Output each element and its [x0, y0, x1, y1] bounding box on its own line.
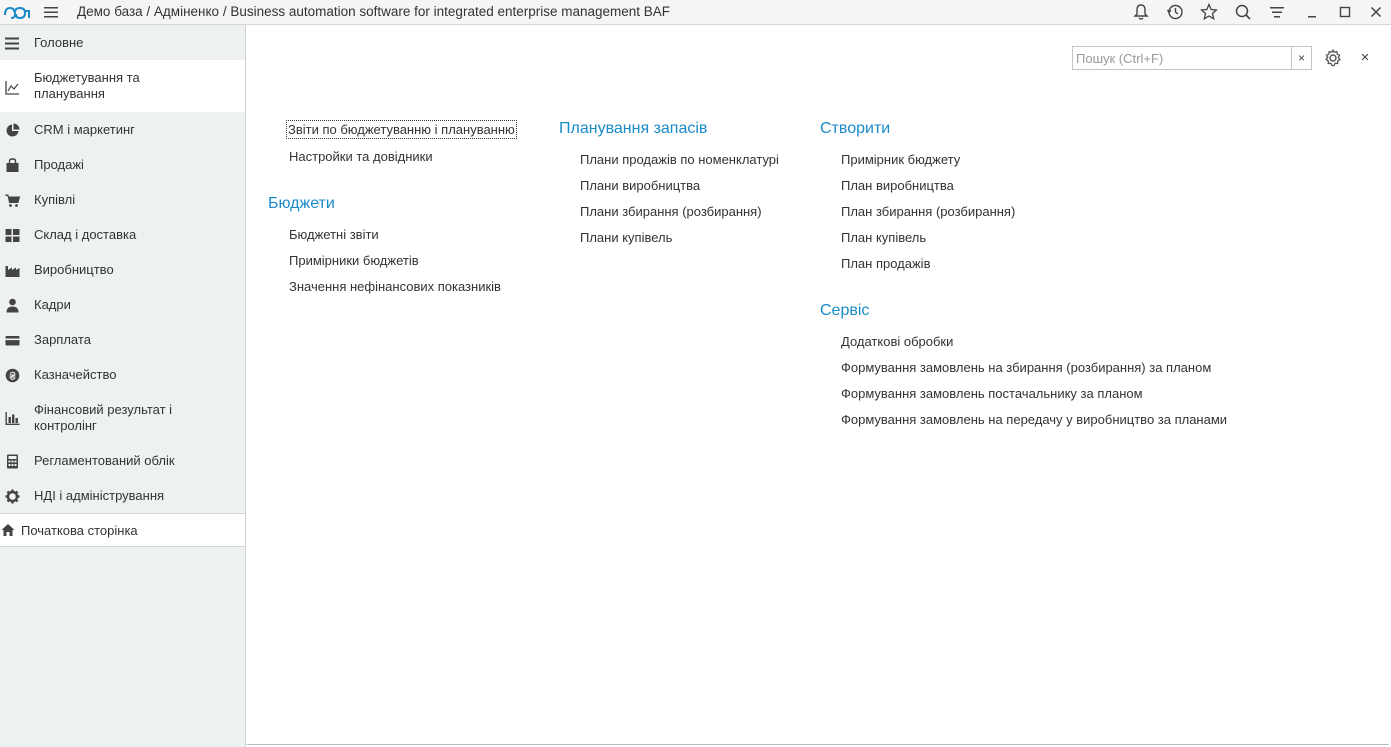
- sidebar-item-hr[interactable]: Кадри: [0, 287, 245, 322]
- link-assembly-plans[interactable]: Плани збирання (розбирання): [580, 204, 762, 219]
- baf-logo-icon[interactable]: [2, 3, 32, 21]
- sidebar-item-warehouse[interactable]: Склад і доставка: [0, 217, 245, 252]
- minimize-icon[interactable]: [1302, 2, 1322, 22]
- calculator-icon: [4, 453, 20, 469]
- sidebar-item-label: Виробництво: [34, 262, 114, 277]
- sidebar: Головне Бюджетування та планування CRM і…: [0, 25, 246, 747]
- sidebar-item-label: Зарплата: [34, 332, 91, 347]
- chart-axis-icon: [4, 79, 20, 95]
- sidebar-item-regulated-accounting[interactable]: Регламентований облік: [0, 443, 245, 478]
- sidebar-item-label: Бюджетування та планування: [34, 70, 140, 101]
- search-input[interactable]: [1073, 47, 1291, 69]
- link-assembly-orders-by-plan[interactable]: Формування замовлень на збирання (розбир…: [841, 360, 1211, 375]
- home-icon: [1, 524, 15, 536]
- sidebar-item-sales[interactable]: Продажі: [0, 147, 245, 182]
- link-create-sales-plan[interactable]: План продажів: [841, 256, 930, 271]
- link-create-budget-instance[interactable]: Примірник бюджету: [841, 152, 960, 167]
- window-title: Демо база / Адміненко / Business automat…: [77, 4, 671, 19]
- link-budget-instances[interactable]: Примірники бюджетів: [289, 253, 419, 268]
- currency-icon: [4, 367, 20, 383]
- search-clear-button[interactable]: ×: [1292, 46, 1312, 70]
- star-icon[interactable]: [1199, 2, 1219, 22]
- sidebar-item-label: Початкова сторінка: [21, 523, 138, 538]
- settings-lines-icon[interactable]: [1267, 2, 1287, 22]
- main-menu-icon[interactable]: [43, 4, 59, 20]
- link-settings-references[interactable]: Настройки та довідники: [289, 149, 433, 164]
- sidebar-item-main[interactable]: Головне: [0, 25, 245, 60]
- section-title-budgets: Бюджети: [268, 195, 335, 212]
- sidebar-item-home[interactable]: Початкова сторінка: [0, 513, 245, 547]
- main-panel: × × Звіти по бюджетуванню і плануванню Н…: [247, 25, 1389, 745]
- history-icon[interactable]: [1165, 2, 1185, 22]
- sidebar-item-production[interactable]: Виробництво: [0, 252, 245, 287]
- sidebar-item-label: Головне: [34, 35, 84, 50]
- link-production-plans[interactable]: Плани виробництва: [580, 178, 700, 193]
- sidebar-item-label: Купівлі: [34, 192, 76, 207]
- menu-lines-icon: [4, 35, 20, 51]
- link-create-production-plan[interactable]: План виробництва: [841, 178, 954, 193]
- sidebar-item-label: CRM і маркетинг: [34, 122, 135, 137]
- link-budget-reports-planning[interactable]: Звіти по бюджетуванню і плануванню: [286, 120, 517, 139]
- section-title-create: Створити: [820, 120, 891, 137]
- sidebar-item-label: Регламентований облік: [34, 453, 175, 468]
- link-purchase-plans[interactable]: Плани купівель: [580, 230, 672, 245]
- sidebar-item-label: Фінансовий результат і контролінг: [34, 402, 173, 433]
- sidebar-item-treasury[interactable]: Казначейство: [0, 357, 245, 392]
- pie-chart-icon: [4, 122, 20, 138]
- link-production-transfer-orders[interactable]: Формування замовлень на передачу у вироб…: [841, 412, 1227, 427]
- sidebar-item-label: Продажі: [34, 157, 84, 172]
- search-box: [1072, 46, 1292, 70]
- grid-icon: [4, 227, 20, 243]
- bell-icon[interactable]: [1131, 2, 1151, 22]
- link-nonfinancial-indicators[interactable]: Значення нефінансових показників: [289, 279, 501, 294]
- sidebar-item-financial-result[interactable]: Фінансовий результат і контролінг: [0, 392, 245, 443]
- gear-icon: [4, 488, 20, 504]
- cart-icon: [4, 192, 20, 208]
- title-bar: Демо база / Адміненко / Business automat…: [0, 0, 1391, 25]
- sidebar-item-label: Кадри: [34, 297, 71, 312]
- sidebar-item-admin[interactable]: НДІ і адміністрування: [0, 478, 245, 513]
- person-icon: [4, 297, 20, 313]
- maximize-icon[interactable]: [1335, 2, 1355, 22]
- sidebar-item-purchases[interactable]: Купівлі: [0, 182, 245, 217]
- bag-icon: [4, 157, 20, 173]
- close-icon[interactable]: [1366, 2, 1386, 22]
- settings-gear-icon[interactable]: [1323, 48, 1343, 68]
- sidebar-item-label: Казначейство: [34, 367, 117, 382]
- wallet-icon: [4, 332, 20, 348]
- link-create-assembly-plan[interactable]: План збирання (розбирання): [841, 204, 1015, 219]
- search-icon[interactable]: [1233, 2, 1253, 22]
- sidebar-item-budgeting[interactable]: Бюджетування та планування: [0, 60, 245, 112]
- close-panel-button[interactable]: ×: [1356, 47, 1374, 67]
- section-title-service: Сервіс: [820, 302, 870, 319]
- sidebar-item-label: НДІ і адміністрування: [34, 488, 165, 503]
- section-title-inventory-planning: Планування запасів: [559, 120, 708, 137]
- link-create-purchase-plan[interactable]: План купівель: [841, 230, 926, 245]
- link-supplier-orders-by-plan[interactable]: Формування замовлень постачальнику за пл…: [841, 386, 1143, 401]
- sidebar-item-crm[interactable]: CRM і маркетинг: [0, 112, 245, 147]
- link-sales-plans-by-item[interactable]: Плани продажів по номенклатурі: [580, 152, 779, 167]
- link-additional-processing[interactable]: Додаткові обробки: [841, 334, 953, 349]
- bar-chart-icon: [4, 410, 20, 426]
- factory-icon: [4, 262, 20, 278]
- sidebar-item-label: Склад і доставка: [34, 227, 137, 242]
- link-budget-reports[interactable]: Бюджетні звіти: [289, 227, 379, 242]
- sidebar-item-payroll[interactable]: Зарплата: [0, 322, 245, 357]
